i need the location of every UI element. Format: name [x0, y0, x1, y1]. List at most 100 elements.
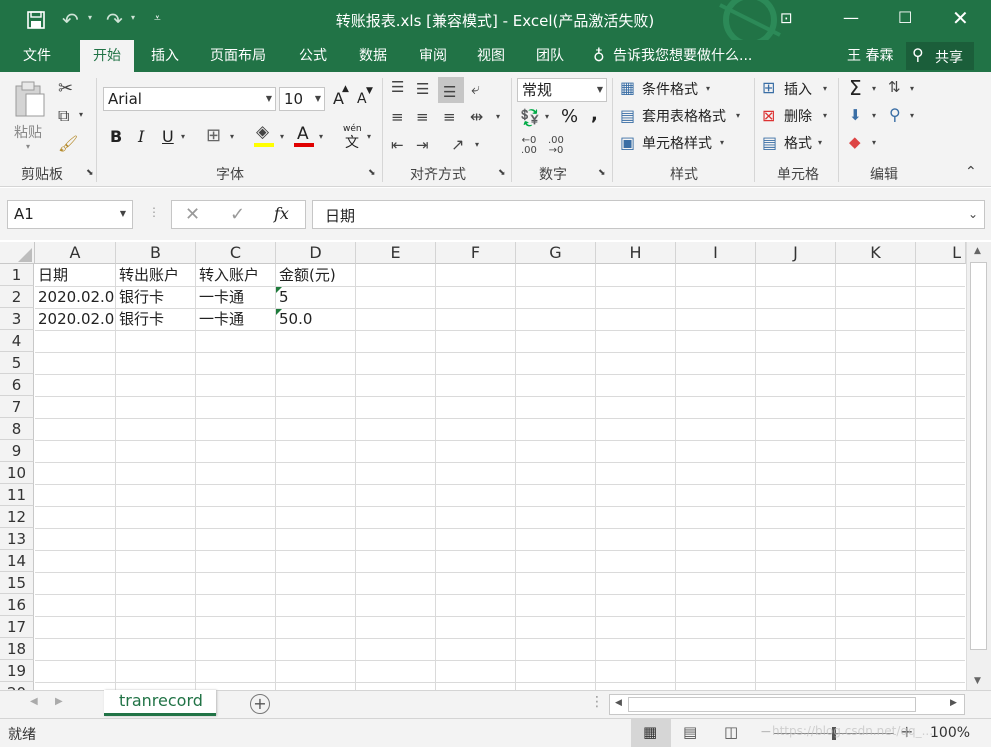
worksheet-grid[interactable]: A B C D E F G H I J K L 1 2 3 4 5 6 7 8 …	[0, 240, 991, 690]
phonetic-guide-button[interactable]: 文	[345, 132, 359, 152]
row-header-7[interactable]: 7	[0, 396, 34, 418]
minimize-icon[interactable]: —	[843, 8, 859, 27]
column-header-b[interactable]: B	[116, 242, 196, 264]
percent-button[interactable]: %	[561, 106, 578, 127]
formula-input[interactable]: 日期 ⌄	[312, 200, 985, 229]
row-header-5[interactable]: 5	[0, 352, 34, 374]
font-size-select[interactable]: 10 ▼	[279, 87, 325, 111]
horizontal-scrollbar[interactable]: ◀ ▶	[609, 694, 965, 715]
row-header-2[interactable]: 2	[0, 286, 34, 308]
row-header-13[interactable]: 13	[0, 528, 34, 550]
align-left-icon[interactable]: ≡	[391, 108, 404, 126]
copy-dropdown-icon[interactable]: ▾	[79, 110, 83, 119]
borders-icon[interactable]: ⊞	[206, 125, 221, 146]
insert-dropdown-icon[interactable]: ▾	[823, 84, 827, 93]
row-header-20[interactable]: 20	[0, 682, 34, 690]
collapse-ribbon-icon[interactable]: ⌃	[965, 164, 977, 180]
orientation-dropdown-icon[interactable]: ▾	[475, 140, 479, 149]
alignment-launcher-icon[interactable]: ⬊	[498, 168, 506, 178]
page-layout-view-icon[interactable]: ▤	[683, 723, 697, 741]
sheet-tab-tranrecord[interactable]: tranrecord	[104, 690, 216, 716]
underline-dropdown-icon[interactable]: ▾	[181, 132, 185, 141]
tab-insert[interactable]: 插入	[140, 40, 190, 72]
conditional-format-button[interactable]: 条件格式	[642, 79, 698, 99]
autosum-button[interactable]: Σ	[849, 76, 862, 100]
cell-d2[interactable]: 5	[276, 286, 355, 308]
vertical-scroll-thumb[interactable]	[970, 262, 987, 650]
row-header-10[interactable]: 10	[0, 462, 34, 484]
scroll-down-icon[interactable]: ▼	[974, 676, 981, 686]
customize-qat-icon[interactable]: ⩡	[154, 11, 161, 26]
column-header-h[interactable]: H	[596, 242, 676, 264]
column-header-e[interactable]: E	[356, 242, 436, 264]
cell-styles-button[interactable]: 单元格样式	[642, 133, 712, 153]
italic-button[interactable]: I	[138, 127, 144, 146]
align-middle-icon[interactable]: ☰	[416, 80, 429, 98]
share-button[interactable]: ⚲ 共享	[906, 42, 974, 70]
align-center-icon[interactable]: ≡	[416, 108, 429, 126]
scroll-left-icon[interactable]: ◀	[615, 698, 622, 708]
font-launcher-icon[interactable]: ⬊	[368, 168, 376, 178]
normal-view-button[interactable]: ▦	[631, 719, 671, 747]
insert-function-button[interactable]: fx	[274, 204, 289, 223]
format-as-table-icon[interactable]: ▤	[620, 106, 635, 125]
zoom-level[interactable]: 100%	[930, 725, 970, 741]
copy-icon[interactable]: ⧉	[58, 106, 69, 126]
font-color-dropdown-icon[interactable]: ▾	[319, 132, 323, 141]
tab-data[interactable]: 数据	[350, 40, 396, 72]
row-header-3[interactable]: 3	[0, 308, 34, 330]
tell-me-box[interactable]: 告诉我您想要做什么...	[613, 40, 752, 72]
format-cells-icon[interactable]: ▤	[762, 133, 777, 152]
undo-dropdown-icon[interactable]: ▾	[88, 13, 92, 22]
insert-cells-button[interactable]: 插入	[784, 79, 812, 99]
row-header-1[interactable]: 1	[0, 264, 34, 286]
format-painter-icon[interactable]: 🖌	[58, 134, 78, 153]
ribbon-display-options-icon[interactable]: ⊡	[780, 9, 793, 27]
bold-button[interactable]: B	[110, 127, 122, 146]
decrease-indent-icon[interactable]: ⇤	[391, 136, 404, 154]
cell-b2[interactable]: 银行卡	[116, 286, 195, 308]
column-header-g[interactable]: G	[516, 242, 596, 264]
fill-color-dropdown-icon[interactable]: ▾	[280, 132, 284, 141]
column-header-l[interactable]: L	[916, 242, 966, 264]
page-break-view-icon[interactable]: ◫	[724, 723, 738, 741]
maximize-icon[interactable]: ☐	[898, 8, 912, 27]
column-header-d[interactable]: D	[276, 242, 356, 264]
cell-c3[interactable]: 一卡通	[196, 308, 275, 330]
column-header-k[interactable]: K	[836, 242, 916, 264]
cell-a3[interactable]: 2020.02.0	[35, 308, 115, 330]
format-cells-button[interactable]: 格式	[784, 133, 812, 153]
number-as-text-indicator-icon[interactable]	[276, 309, 282, 315]
column-header-i[interactable]: I	[676, 242, 756, 264]
align-bottom-button[interactable]: ☰	[438, 77, 464, 103]
align-right-icon[interactable]: ≡	[443, 108, 456, 126]
redo-icon[interactable]: ↷	[106, 8, 123, 32]
autosum-dropdown-icon[interactable]: ▾	[872, 84, 876, 93]
row-header-18[interactable]: 18	[0, 638, 34, 660]
save-icon[interactable]	[27, 11, 45, 29]
enter-check-icon[interactable]: ✓	[230, 204, 245, 225]
tab-page-layout[interactable]: 页面布局	[200, 40, 276, 72]
row-header-14[interactable]: 14	[0, 550, 34, 572]
cond-format-dropdown-icon[interactable]: ▾	[706, 84, 710, 93]
sort-filter-icon[interactable]: ⇅	[888, 78, 901, 96]
delete-dropdown-icon[interactable]: ▾	[823, 111, 827, 120]
cancel-icon[interactable]: ✕	[185, 204, 200, 225]
wrap-text-icon[interactable]: ⤶	[471, 79, 480, 99]
tab-view[interactable]: 视图	[468, 40, 514, 72]
column-header-a[interactable]: A	[35, 242, 116, 264]
clear-dropdown-icon[interactable]: ▾	[872, 138, 876, 147]
horizontal-scroll-thumb[interactable]	[628, 697, 916, 712]
paste-label[interactable]: 粘贴	[14, 122, 42, 142]
cell-b1[interactable]: 转出账户	[116, 264, 195, 286]
close-icon[interactable]: ✕	[952, 6, 969, 30]
comma-button[interactable]: ,	[591, 104, 598, 125]
format-dropdown-icon[interactable]: ▾	[818, 138, 822, 147]
number-format-select[interactable]: 常规 ▼	[517, 78, 607, 102]
delete-cells-icon[interactable]: ⊠	[762, 106, 775, 125]
row-header-8[interactable]: 8	[0, 418, 34, 440]
increase-indent-icon[interactable]: ⇥	[416, 136, 429, 154]
cut-icon[interactable]: ✂	[58, 78, 73, 99]
fill-dropdown-icon[interactable]: ▾	[872, 111, 876, 120]
tab-team[interactable]: 团队	[527, 40, 573, 72]
